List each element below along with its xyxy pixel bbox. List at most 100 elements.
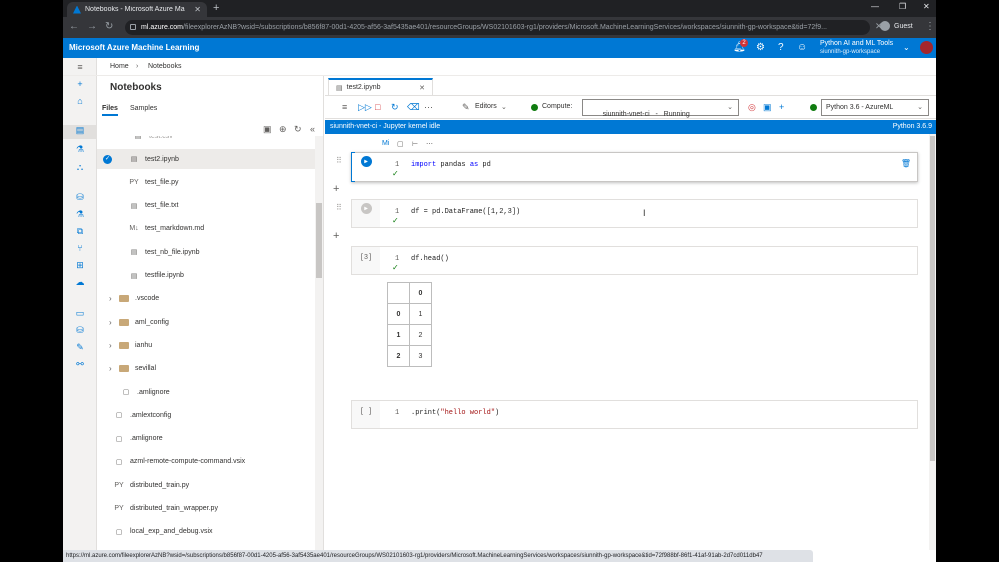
explorer-scrollbar-thumb[interactable] (316, 203, 322, 278)
close-window-icon[interactable]: ✕ (923, 2, 930, 11)
compute-icon[interactable]: ▭ (75, 308, 85, 318)
file-item[interactable]: ▢ .amlignore (97, 382, 315, 402)
stop-icon[interactable]: □ (375, 102, 380, 112)
file-item[interactable]: ▢ .amlextconfig (97, 405, 315, 425)
maximize-icon[interactable]: ❐ (899, 2, 906, 11)
run-cell-icon[interactable]: ▶ (360, 156, 372, 167)
pipelines-icon[interactable]: ⧉ (75, 226, 85, 236)
endpoints-icon[interactable]: ⊞ (75, 260, 85, 270)
code-cell[interactable]: [3] 1 df.head() ✓ (351, 246, 918, 275)
new-compute-icon[interactable]: + (779, 102, 784, 112)
run-cell-icon[interactable]: ▶ (360, 203, 372, 214)
minimize-icon[interactable]: — (871, 2, 879, 11)
user-avatar[interactable] (920, 41, 933, 54)
editor-scrollbar-thumb[interactable] (930, 136, 935, 461)
back-icon[interactable]: ← (69, 21, 79, 32)
run-all-icon[interactable]: ▷▷ (358, 102, 372, 113)
file-item[interactable]: ▤ testfile.ipynb (97, 266, 315, 286)
chevron-right-icon[interactable]: › (109, 294, 119, 303)
tab-files[interactable]: Files (102, 105, 118, 116)
close-tab-icon[interactable]: ✕ (194, 5, 201, 14)
new-tab-icon[interactable]: + (213, 2, 219, 14)
file-item[interactable]: PY test_file.py (97, 172, 315, 192)
browser-menu-icon[interactable]: ⋮ (925, 21, 935, 32)
file-item[interactable]: ▢ local_exp_and_debug.vsix (97, 522, 315, 542)
code-cell[interactable]: [ ] 1 .print("hello world") (351, 400, 918, 429)
data-labeling-icon[interactable]: ✎ (75, 342, 85, 352)
cell-more-icon[interactable]: ⋯ (426, 140, 433, 148)
folder-item[interactable]: › sevillal (97, 359, 315, 379)
file-item[interactable]: ▢ .amlignore (97, 429, 315, 449)
chevron-right-icon[interactable]: › (109, 364, 119, 373)
file-item[interactable]: M↓ test_markdown.md (97, 219, 315, 239)
file-item[interactable]: ▢ azml-remote-compute-command.vsix (97, 452, 315, 472)
compute-details-icon[interactable]: ▣ (763, 102, 772, 113)
chevron-right-icon[interactable]: › (109, 318, 119, 327)
datastores-icon[interactable]: ⛁ (75, 325, 85, 335)
profile-button[interactable]: Guest (880, 21, 913, 31)
compute-cloud-icon[interactable]: ☁ (75, 277, 85, 287)
tab-samples[interactable]: Samples (130, 105, 157, 112)
clear-outputs-icon[interactable]: ⌫ (407, 102, 420, 113)
menu-icon[interactable]: ≡ (342, 102, 347, 112)
editors-dropdown[interactable]: Editors (475, 103, 497, 110)
workspace-switcher[interactable]: Python AI and ML Tools siunnith-gp-works… (820, 40, 893, 56)
home-icon[interactable]: ⌂ (75, 96, 85, 106)
browser-tab[interactable]: Notebooks - Microsoft Azure Ma ✕ (67, 2, 207, 17)
split-cell-icon[interactable]: ⊢ (412, 140, 418, 148)
reload-icon[interactable]: ↻ (105, 21, 113, 32)
file-item[interactable]: ✓ ▤ test2.ipynb (97, 149, 315, 169)
forward-icon[interactable]: → (87, 21, 97, 32)
add-cell-icon[interactable]: + (333, 183, 339, 195)
tab-test2-ipynb[interactable]: ▤ test2.ipynb ✕ (328, 78, 433, 95)
linked-services-icon[interactable]: ⚯ (75, 359, 85, 369)
refresh-icon[interactable]: ↻ (294, 124, 302, 135)
editor-scrollbar[interactable] (929, 134, 936, 550)
more-icon[interactable]: ⋯ (424, 102, 433, 113)
url-input[interactable]: ml.azure.com/fileexplorerAzNB?wsid=/subs… (125, 20, 870, 35)
help-icon[interactable]: ? (778, 42, 784, 53)
restart-kernel-icon[interactable]: ↻ (391, 102, 399, 113)
chevron-down-icon[interactable]: ⌄ (903, 43, 910, 52)
delete-cell-icon[interactable]: 🗑︎ (901, 159, 911, 168)
markdown-toggle-button[interactable]: Mi (382, 140, 389, 147)
explorer-scrollbar[interactable] (315, 136, 323, 550)
automl-icon[interactable]: ⚗ (75, 144, 85, 154)
designer-icon[interactable]: ⛬ (75, 162, 85, 172)
code-cell[interactable]: ▶ 1 df = pd.DataFrame([1,2,3]) ✓ (351, 199, 918, 228)
terminal-icon[interactable]: ▣ (263, 124, 272, 135)
file-item[interactable]: ▤ test_nb_file.ipynb (97, 242, 315, 262)
settings-icon[interactable]: ⚙ (756, 42, 765, 53)
create-new-icon[interactable]: ⊕ (279, 124, 287, 135)
breadcrumb-home[interactable]: Home (110, 63, 129, 70)
file-item[interactable]: PY distributed_train.py (97, 475, 315, 495)
cell-code[interactable]: df.head() (411, 255, 449, 263)
cell-code[interactable]: .print("hello world") (411, 409, 499, 417)
file-item[interactable]: ▤ test.csv (97, 136, 315, 146)
file-item[interactable]: ▤ test_file.txt (97, 196, 315, 216)
chevron-right-icon[interactable]: › (109, 341, 119, 350)
folder-item[interactable]: › .vscode (97, 289, 315, 309)
compute-select[interactable]: siunnith-vnet-ci - Running ⌄ (582, 99, 739, 118)
close-tab-icon[interactable]: ✕ (419, 84, 425, 92)
feedback-icon[interactable]: ☺ (797, 42, 807, 53)
notebooks-nav-icon[interactable]: ▤ (63, 125, 97, 139)
app-brand[interactable]: Microsoft Azure Machine Learning (69, 43, 199, 52)
experiments-icon[interactable]: ⚗ (75, 209, 85, 219)
folder-item[interactable]: › aml_config (97, 312, 315, 332)
kernel-select[interactable]: Python 3.6 - AzureML ⌄ (821, 99, 929, 116)
cell-code[interactable]: df = pd.DataFrame([1,2,3]) (411, 208, 520, 216)
models-icon[interactable]: ⑂ (75, 243, 85, 253)
cell-outline-icon[interactable]: ▢ (397, 140, 404, 148)
code-cell[interactable]: ▶ 1 import pandas as pd ✓ 🗑︎ (351, 152, 918, 182)
add-icon[interactable]: + (75, 79, 85, 89)
file-item[interactable]: PY distributed_train_wrapper.py (97, 499, 315, 519)
cell-code[interactable]: import pandas as pd (411, 161, 491, 169)
datasets-icon[interactable]: ⛁ (75, 192, 85, 202)
add-cell-icon[interactable]: + (333, 230, 339, 242)
collapse-panel-icon[interactable]: « (310, 124, 315, 134)
drag-handle-icon[interactable]: ⠿ (336, 203, 342, 212)
drag-handle-icon[interactable]: ⠿ (336, 156, 342, 165)
folder-item[interactable]: › ianhu (97, 335, 315, 355)
stop-compute-icon[interactable]: ◎ (748, 102, 756, 113)
